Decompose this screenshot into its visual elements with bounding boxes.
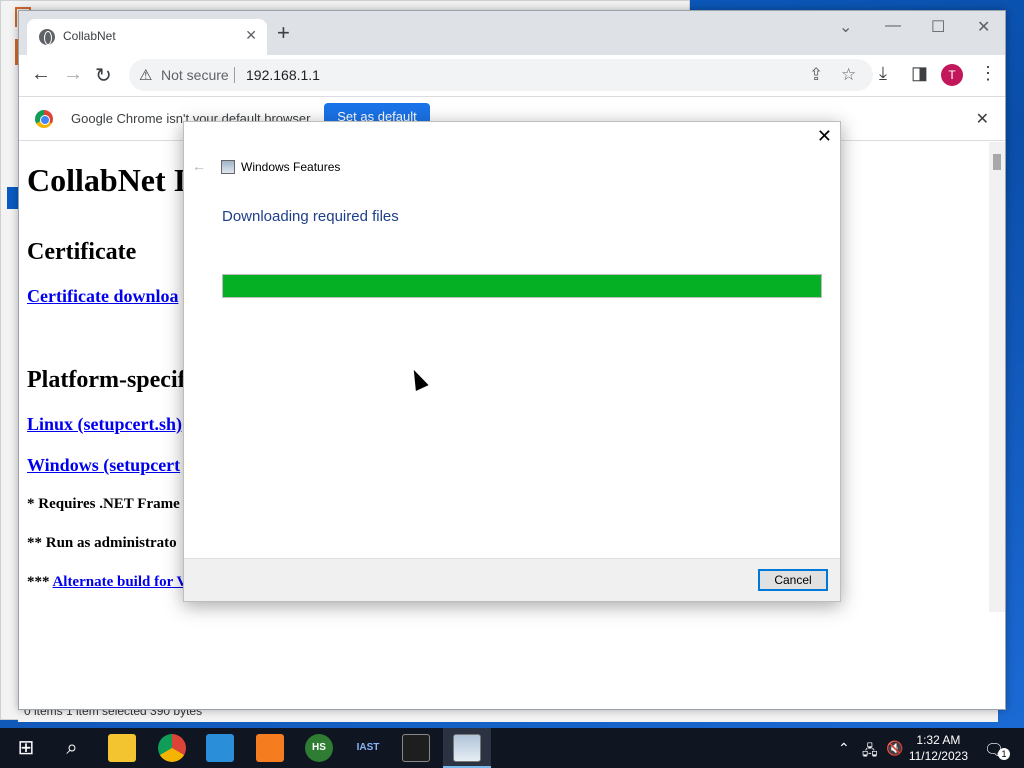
download-progress-bar bbox=[222, 274, 822, 298]
tab-search-icon[interactable]: ⌄ bbox=[839, 17, 852, 37]
page-scrollbar[interactable] bbox=[989, 142, 1005, 612]
bookmark-star-icon[interactable]: ☆ bbox=[841, 65, 856, 85]
xampp-icon[interactable] bbox=[256, 734, 284, 762]
windows-link[interactable]: Windows (setupcert bbox=[27, 455, 180, 475]
windows-features-taskbar-icon bbox=[453, 734, 481, 762]
globe-icon bbox=[39, 29, 55, 45]
cancel-button[interactable]: Cancel bbox=[758, 569, 828, 591]
back-icon[interactable]: ← bbox=[31, 63, 51, 86]
profile-avatar[interactable]: T bbox=[941, 64, 963, 86]
clock-time: 1:32 AM bbox=[916, 733, 961, 747]
menu-icon[interactable]: ⋮ bbox=[979, 63, 997, 84]
notification-count: 1 bbox=[998, 748, 1010, 760]
maximize-button[interactable]: ☐ bbox=[931, 17, 945, 37]
infobar-close-icon[interactable]: ✕ bbox=[976, 109, 989, 129]
tab-collabnet[interactable]: CollabNet ✕ bbox=[27, 19, 267, 55]
reload-icon[interactable]: ↻ bbox=[95, 63, 112, 88]
windows-features-icon bbox=[221, 160, 235, 174]
warning-icon[interactable]: ⚠ bbox=[139, 66, 152, 84]
downloads-icon[interactable]: ⤓ bbox=[879, 63, 887, 84]
minimize-button[interactable]: — bbox=[885, 17, 901, 35]
close-window-button[interactable]: ✕ bbox=[977, 17, 990, 37]
windows-features-taskbar-button[interactable] bbox=[443, 728, 491, 768]
omnibox-divider bbox=[234, 67, 235, 83]
download-progress-fill bbox=[223, 275, 821, 297]
address-bar[interactable]: ⚠ Not secure 192.168.1.1 ⇪ ☆ bbox=[129, 59, 873, 91]
dialog-close-icon[interactable]: ✕ bbox=[817, 126, 832, 147]
note-alternate-prefix: *** bbox=[27, 574, 50, 590]
network-icon[interactable]: 🖧 bbox=[862, 740, 878, 764]
linux-link[interactable]: Linux (setupcert.sh) bbox=[27, 414, 182, 434]
iast-icon[interactable]: IAST bbox=[354, 734, 382, 762]
dialog-footer: Cancel bbox=[184, 558, 840, 601]
toolbar: ← → ↻ ⚠ Not secure 192.168.1.1 ⇪ ☆ ⤓ ◨ T… bbox=[19, 55, 1005, 97]
hs-icon[interactable]: HS bbox=[305, 734, 333, 762]
clock-date: 11/12/2023 bbox=[908, 749, 968, 763]
dialog-back-icon[interactable]: ← bbox=[192, 158, 206, 174]
dialog-title: Windows Features bbox=[241, 160, 341, 174]
close-tab-icon[interactable]: ✕ bbox=[245, 27, 257, 44]
taskbar: ⊞ ⌕ HS IAST ⌃ 🖧 🔇 1:32 AM 11/12/2023 🗨 1 bbox=[0, 728, 1024, 768]
scrollbar-thumb[interactable] bbox=[993, 154, 1001, 170]
chrome-taskbar-icon[interactable] bbox=[158, 734, 186, 762]
url-text[interactable]: 192.168.1.1 bbox=[246, 67, 320, 83]
app-icon[interactable] bbox=[206, 734, 234, 762]
certificate-download-link[interactable]: Certificate downloa bbox=[27, 286, 178, 306]
volume-muted-icon[interactable]: 🔇 bbox=[886, 740, 903, 757]
file-explorer-icon[interactable] bbox=[108, 734, 136, 762]
tab-strip: CollabNet ✕ + ⌄ — ☐ ✕ bbox=[19, 11, 1005, 55]
share-icon[interactable]: ⇪ bbox=[809, 65, 823, 85]
tab-title: CollabNet bbox=[63, 29, 116, 43]
security-label[interactable]: Not secure bbox=[161, 67, 229, 83]
search-icon[interactable]: ⌕ bbox=[58, 734, 86, 762]
chrome-logo-icon bbox=[35, 110, 53, 128]
windows-features-dialog: ✕ ← Windows Features Downloading require… bbox=[183, 121, 841, 602]
tray-chevron-icon[interactable]: ⌃ bbox=[838, 740, 850, 757]
dialog-heading: Downloading required files bbox=[222, 208, 399, 225]
side-panel-icon[interactable]: ◨ bbox=[911, 63, 928, 84]
forward-icon[interactable]: → bbox=[63, 63, 83, 86]
start-button[interactable]: ⊞ bbox=[12, 734, 40, 762]
terminal-icon[interactable] bbox=[402, 734, 430, 762]
clock[interactable]: 1:32 AM 11/12/2023 bbox=[909, 732, 968, 764]
new-tab-button[interactable]: + bbox=[277, 22, 290, 44]
